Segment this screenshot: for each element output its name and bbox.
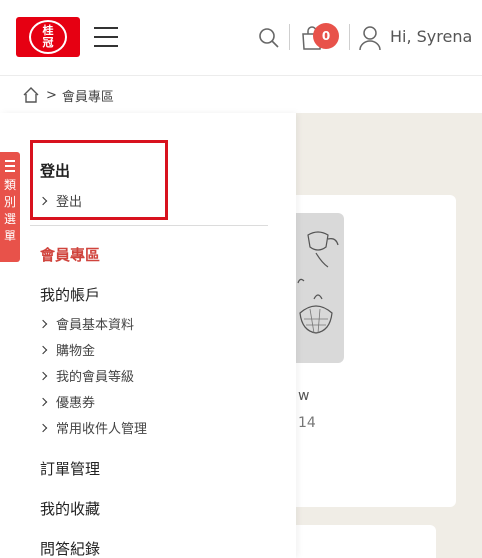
user-icon[interactable] bbox=[358, 25, 382, 51]
logout-link-label: 登出 bbox=[56, 195, 83, 210]
menu-icon[interactable] bbox=[94, 27, 118, 47]
order-management-link[interactable]: 訂單管理 bbox=[40, 458, 100, 479]
logo-badge: 桂 冠 bbox=[29, 20, 67, 54]
header-divider bbox=[289, 24, 290, 50]
logout-link[interactable]: 登出 bbox=[38, 191, 83, 210]
chevron-right-icon bbox=[38, 397, 48, 406]
logo-text-bottom: 冠 bbox=[42, 36, 54, 49]
list-icon bbox=[5, 160, 15, 175]
product-card[interactable] bbox=[286, 525, 436, 558]
chevron-right-icon bbox=[38, 423, 48, 432]
cart-count-badge: 0 bbox=[313, 23, 339, 49]
breadcrumb-separator: > bbox=[46, 87, 57, 103]
product-name-fragment: w bbox=[298, 388, 310, 404]
chevron-right-icon bbox=[38, 345, 48, 354]
divider bbox=[30, 225, 268, 226]
my-account-heading[interactable]: 我的帳戶 bbox=[40, 284, 100, 305]
sidebar-item-member-profile[interactable]: 會員基本資料 bbox=[38, 314, 135, 333]
logout-heading: 登出 bbox=[40, 162, 71, 180]
sidebar-item-label: 購物金 bbox=[56, 344, 96, 359]
category-tab-label: 類 別 選 單 bbox=[3, 178, 16, 243]
search-icon[interactable] bbox=[258, 27, 280, 49]
site-header: 桂 冠 0 Hi, Syrena bbox=[0, 0, 482, 76]
sidebar-item-coupons[interactable]: 優惠券 bbox=[38, 392, 96, 411]
chevron-right-icon bbox=[38, 371, 48, 380]
chevron-right-icon bbox=[38, 319, 48, 328]
favorites-link[interactable]: 我的收藏 bbox=[40, 498, 100, 519]
sidebar-item-label: 我的會員等級 bbox=[56, 370, 135, 385]
brand-logo[interactable]: 桂 冠 bbox=[16, 17, 80, 57]
qa-records-link[interactable]: 問答紀錄 bbox=[40, 538, 100, 558]
sidebar-item-member-level[interactable]: 我的會員等級 bbox=[38, 366, 135, 385]
user-greeting[interactable]: Hi, Syrena bbox=[390, 27, 472, 46]
breadcrumb: > 會員專區 bbox=[22, 84, 114, 106]
category-menu-tab[interactable]: 類 別 選 單 bbox=[0, 152, 20, 262]
sidebar-item-label: 常用收件人管理 bbox=[56, 422, 148, 437]
home-icon[interactable] bbox=[22, 86, 40, 104]
product-price-fragment: 14 bbox=[298, 415, 316, 431]
header-divider bbox=[349, 24, 350, 50]
chevron-right-icon bbox=[38, 196, 48, 205]
member-section-heading: 會員專區 bbox=[40, 246, 101, 264]
sidebar-item-recipients[interactable]: 常用收件人管理 bbox=[38, 418, 148, 437]
sidebar-item-label: 會員基本資料 bbox=[56, 318, 135, 333]
sidebar-item-shopping-credit[interactable]: 購物金 bbox=[38, 340, 96, 359]
sidebar-item-label: 優惠券 bbox=[56, 396, 96, 411]
breadcrumb-current: 會員專區 bbox=[61, 89, 114, 105]
